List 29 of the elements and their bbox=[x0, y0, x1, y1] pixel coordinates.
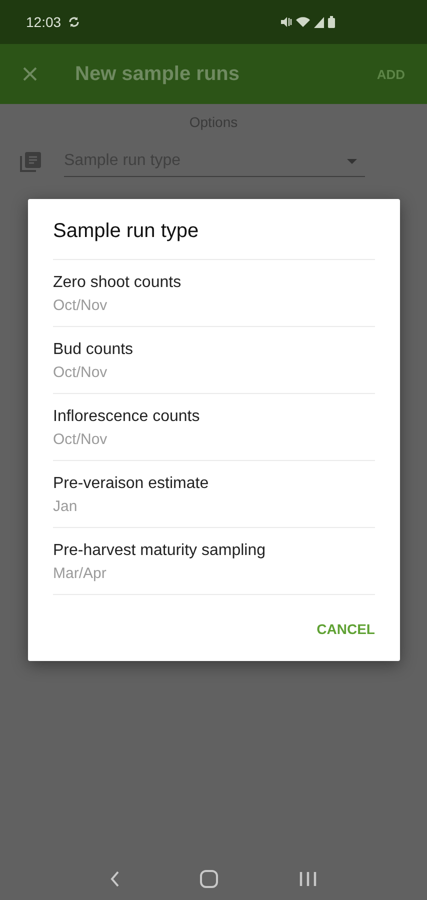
battery-icon bbox=[328, 16, 335, 28]
option-title: Pre-veraison estimate bbox=[53, 475, 210, 493]
close-icon[interactable] bbox=[22, 66, 38, 82]
signal-icon bbox=[314, 16, 324, 28]
recents-icon[interactable] bbox=[298, 871, 317, 887]
option-item[interactable]: Inflorescence counts Oct/Nov bbox=[53, 394, 375, 461]
mute-icon bbox=[280, 16, 292, 28]
option-subtitle: Jan bbox=[53, 498, 78, 515]
option-title: Zero shoot counts bbox=[53, 274, 182, 292]
option-subtitle: Oct/Nov bbox=[53, 364, 108, 381]
option-subtitle: Oct/Nov bbox=[53, 431, 108, 448]
home-icon[interactable] bbox=[200, 870, 218, 888]
dialog-title: Sample run type bbox=[52, 219, 200, 244]
option-title: Pre-harvest maturity sampling bbox=[53, 542, 267, 560]
option-subtitle: Mar/Apr bbox=[53, 565, 108, 582]
option-item[interactable]: Zero shoot counts Oct/Nov bbox=[53, 260, 375, 327]
option-title: Inflorescence counts bbox=[53, 408, 201, 426]
back-icon[interactable] bbox=[110, 871, 120, 887]
option-item[interactable]: Bud counts Oct/Nov bbox=[53, 327, 375, 394]
sync-icon bbox=[68, 16, 80, 28]
option-item[interactable]: Pre-veraison estimate Jan bbox=[53, 461, 375, 528]
wifi-icon bbox=[296, 16, 310, 28]
option-item[interactable]: Pre-harvest maturity sampling Mar/Apr bbox=[53, 528, 375, 595]
toolbar-title: New sample runs bbox=[75, 62, 240, 86]
list-icon bbox=[20, 150, 42, 172]
status-time: 12:03 bbox=[26, 14, 62, 30]
option-subtitle: Oct/Nov bbox=[53, 297, 108, 314]
option-title: Bud counts bbox=[53, 341, 134, 359]
dropdown-arrow-icon bbox=[347, 158, 357, 164]
